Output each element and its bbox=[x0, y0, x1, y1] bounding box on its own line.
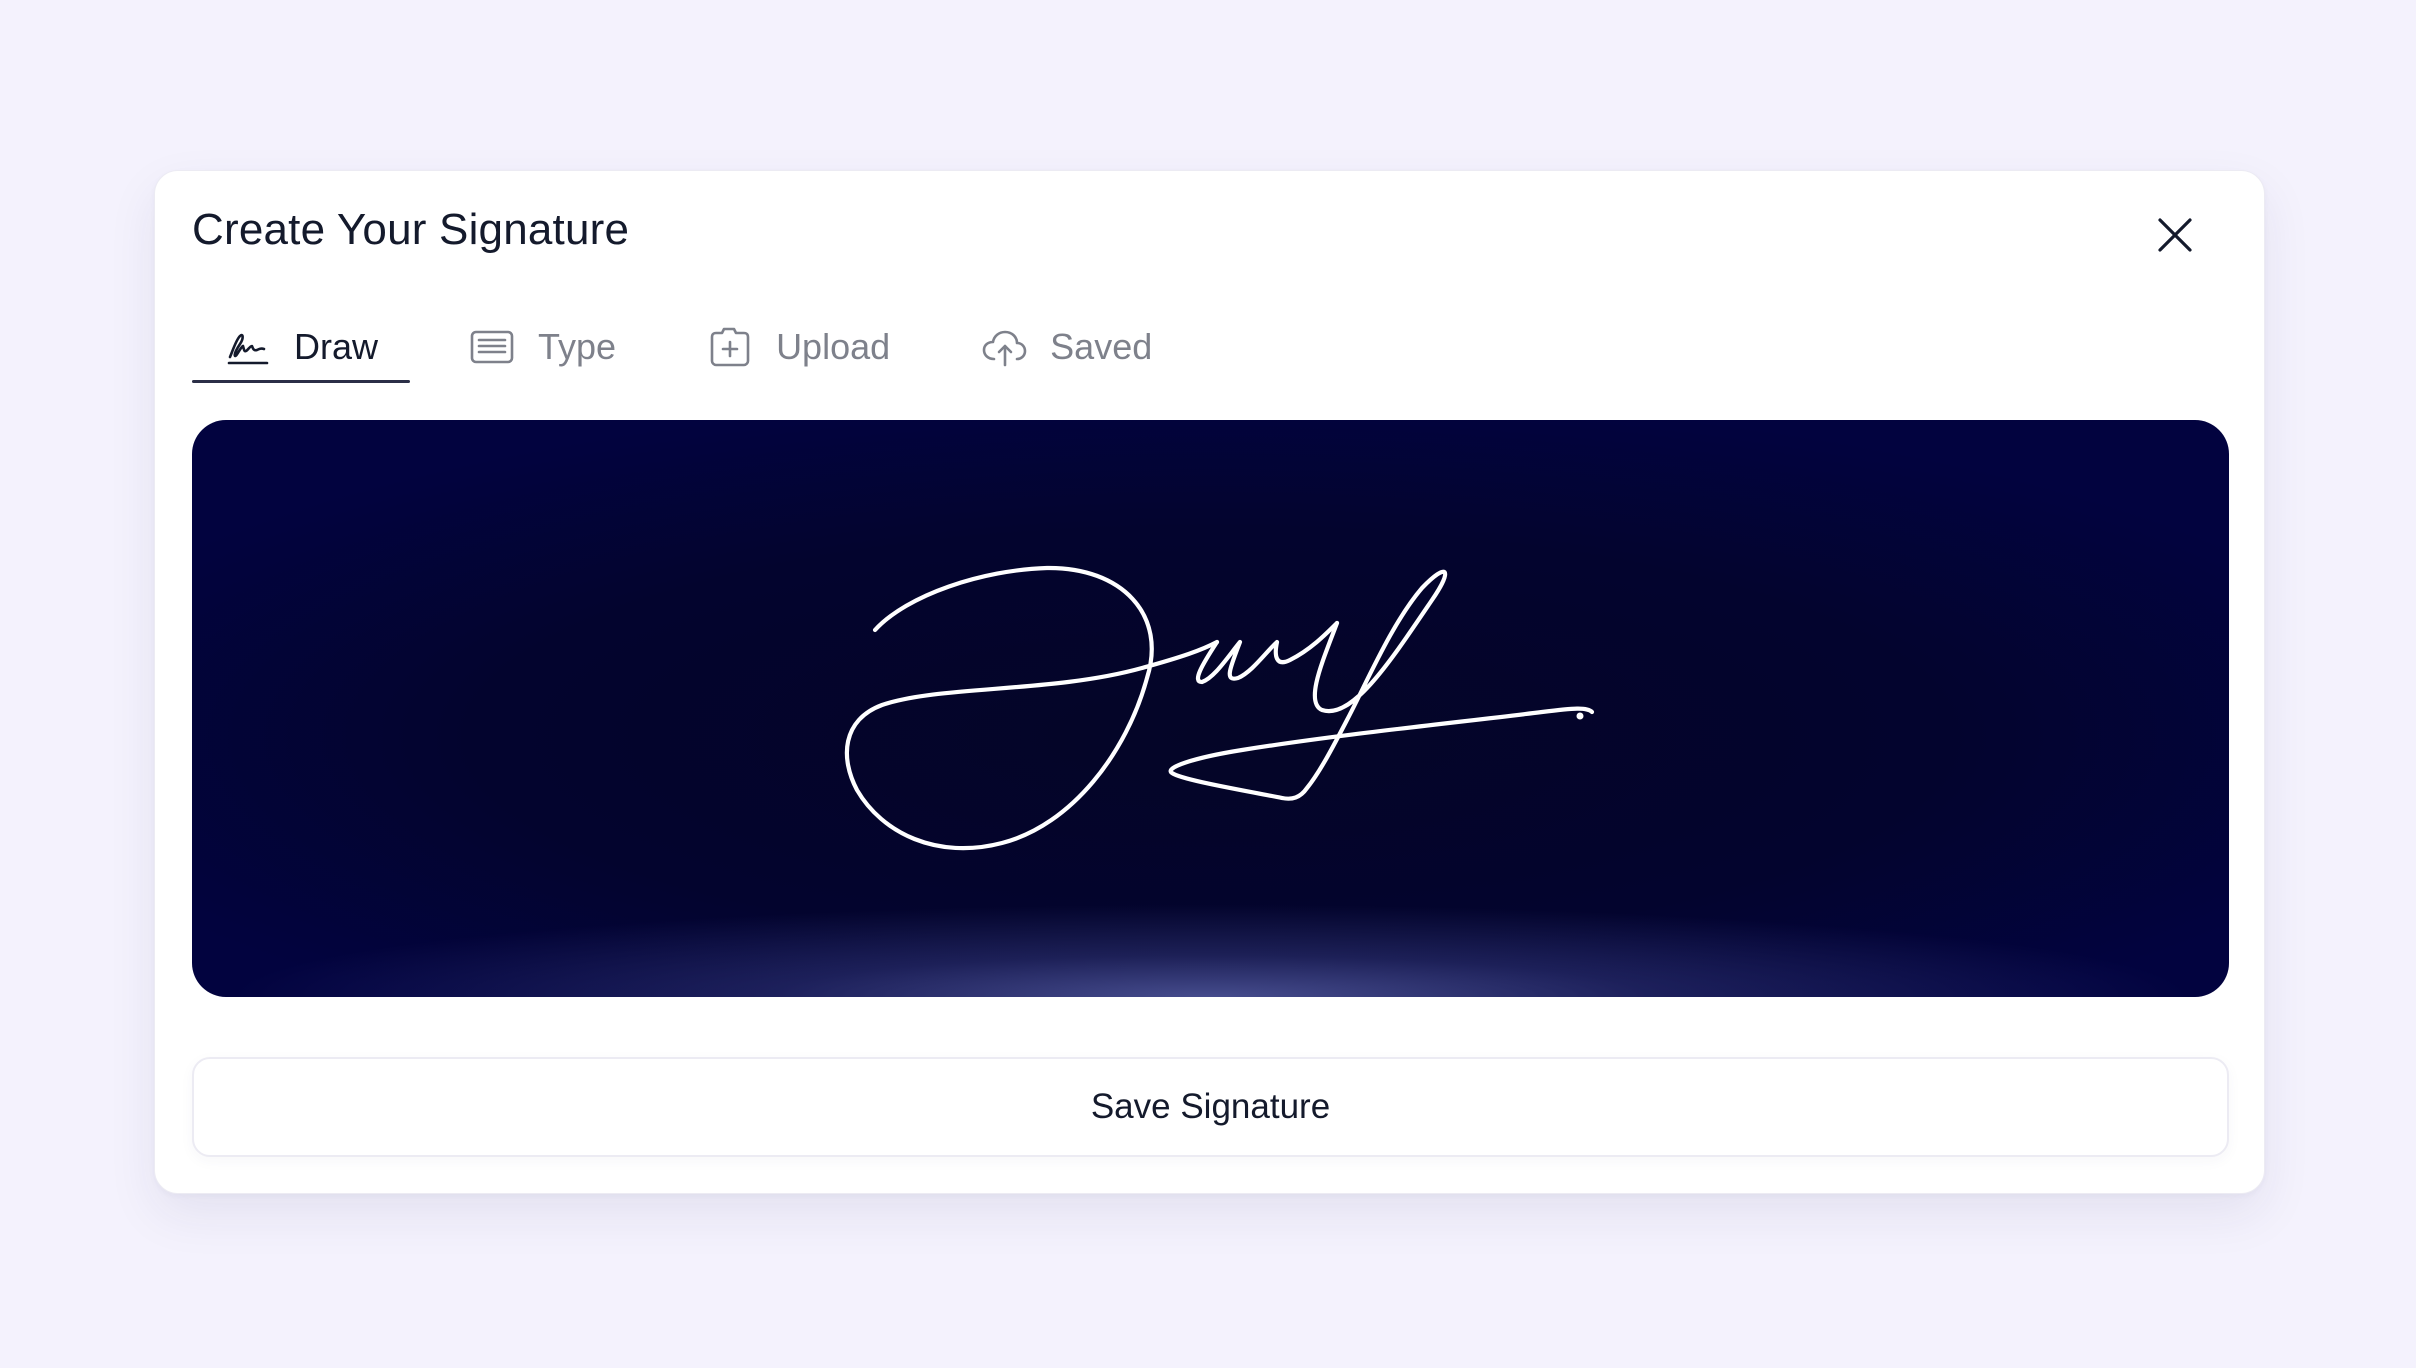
keyboard-icon bbox=[470, 330, 514, 364]
tab-upload[interactable]: Upload bbox=[674, 311, 922, 383]
tab-saved-label: Saved bbox=[1050, 326, 1153, 367]
signature-tabs: Draw Type Upload Saved bbox=[192, 311, 1210, 383]
tab-draw-label: Draw bbox=[294, 326, 379, 367]
signature-canvas[interactable] bbox=[192, 420, 2229, 997]
close-button[interactable] bbox=[2151, 211, 2199, 259]
tab-type-label: Type bbox=[538, 326, 617, 367]
tab-type[interactable]: Type bbox=[436, 311, 648, 383]
dialog-title: Create Your Signature bbox=[192, 205, 630, 254]
signature-dialog: Create Your Signature Draw Type Upload S… bbox=[154, 170, 2265, 1194]
upload-folder-icon bbox=[710, 327, 750, 367]
save-signature-button[interactable]: Save Signature bbox=[192, 1057, 2229, 1157]
tab-upload-label: Upload bbox=[776, 326, 891, 367]
tab-draw[interactable]: Draw bbox=[192, 311, 411, 383]
drawn-signature bbox=[844, 565, 1595, 851]
cloud-upload-icon bbox=[982, 330, 1027, 367]
close-icon bbox=[2158, 218, 2192, 252]
signature-pen-icon bbox=[227, 333, 269, 365]
tab-saved[interactable]: Saved bbox=[948, 311, 1184, 383]
